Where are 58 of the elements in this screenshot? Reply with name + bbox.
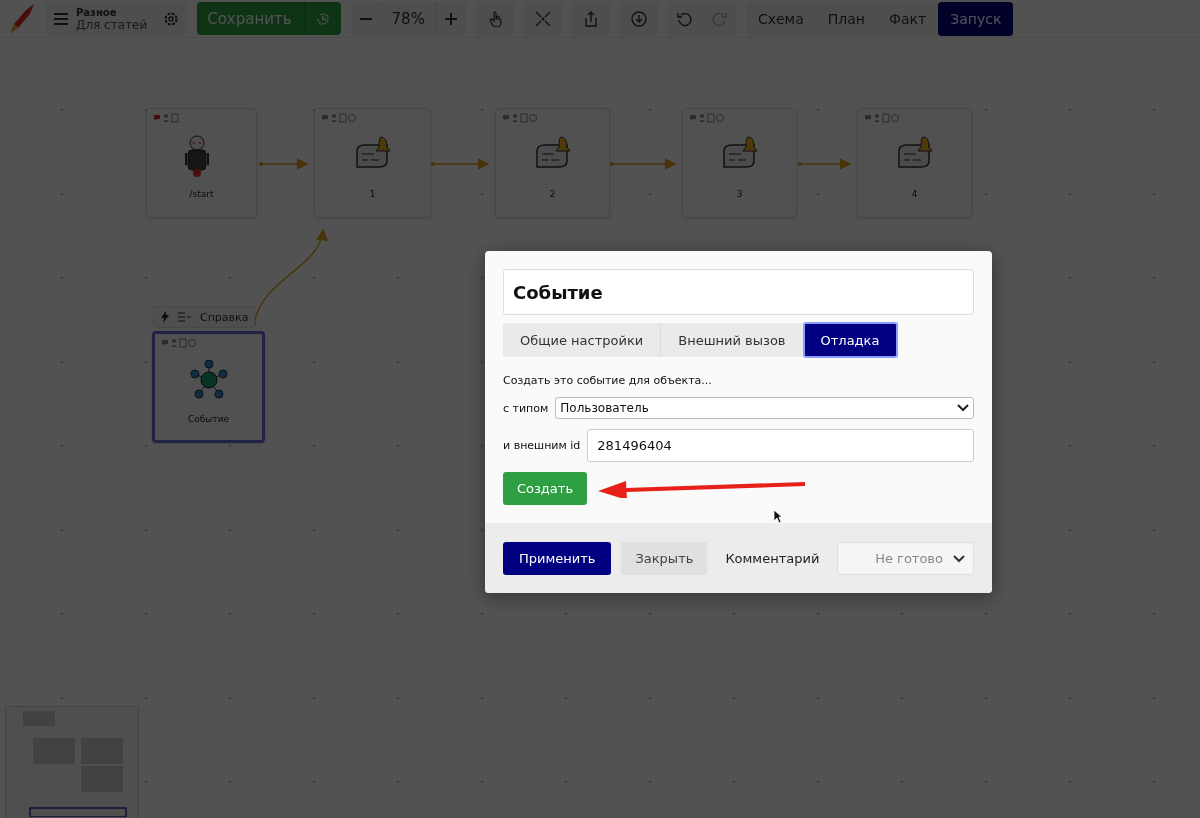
node-label: Событие (187, 414, 230, 424)
connector-arrow (259, 158, 309, 170)
save-button[interactable]: Сохранить (197, 2, 341, 35)
view-tab[interactable]: Запуск (938, 1, 1014, 36)
chevron-down-icon (957, 404, 969, 412)
node-label: 3 (736, 189, 743, 199)
dialog-tab[interactable]: Внешний вызов (661, 323, 804, 357)
menu-icon (54, 12, 68, 25)
view-tab[interactable]: Факт (876, 1, 939, 36)
event-network-icon (188, 360, 229, 402)
comment-button[interactable]: Комментарий (717, 542, 828, 575)
settings-icon (163, 10, 180, 27)
help-link[interactable]: Справка (200, 310, 249, 324)
minus-icon (358, 17, 373, 20)
id-field[interactable]: 281496404 (587, 429, 974, 462)
dialog-tab[interactable]: Общие настройки (503, 323, 662, 357)
apply-button[interactable]: Применить (503, 542, 612, 575)
collapse-arrows-icon (534, 10, 551, 27)
dialog-tab[interactable]: Отладка (803, 323, 898, 357)
flow-node[interactable]: Событие (152, 331, 265, 443)
create-button[interactable]: Создать (503, 472, 587, 505)
lightning-icon (160, 311, 170, 323)
node-label: 2 (549, 189, 556, 199)
flow-node[interactable]: 4 (857, 108, 972, 218)
instruction-text: Создать это событие для объекта... (503, 374, 713, 387)
node-label: /start (189, 189, 214, 199)
node-label: 4 (911, 189, 918, 199)
connector-arrow (431, 158, 490, 170)
node-status-icons (689, 113, 725, 123)
flow-node[interactable]: /start (146, 108, 257, 218)
view-tab[interactable]: Схема (745, 1, 816, 36)
connector-arrow (610, 158, 677, 170)
id-label: и внешним id (503, 439, 581, 452)
flow-node[interactable]: 1 (314, 108, 431, 218)
node-status-icons (864, 113, 900, 123)
node-status-icons (321, 113, 357, 123)
undo-icon (676, 10, 693, 27)
project-group: Разное (76, 5, 148, 19)
zoom-level: 78% (380, 1, 436, 36)
mouse-cursor-icon (773, 509, 783, 524)
close-button[interactable]: Закрыть (621, 542, 708, 575)
history-icon (314, 10, 331, 27)
type-select[interactable]: Пользователь (555, 397, 974, 419)
status-select[interactable]: Не готово (837, 542, 974, 575)
list-dropdown-icon (178, 312, 192, 322)
view-tab[interactable]: План (815, 1, 877, 36)
download-icon (630, 10, 647, 27)
flow-node[interactable]: 2 (495, 108, 610, 218)
chevron-down-icon (953, 554, 965, 563)
title-field[interactable]: Событие (503, 269, 974, 315)
flow-node[interactable]: 3 (682, 108, 797, 218)
node-status-icons (161, 338, 197, 348)
node-status-icons (502, 113, 538, 123)
share-icon (582, 10, 599, 27)
node-label: 1 (369, 189, 376, 199)
connector-arrow (798, 158, 852, 170)
plus-icon (443, 11, 458, 26)
type-label: с типом (503, 401, 549, 415)
